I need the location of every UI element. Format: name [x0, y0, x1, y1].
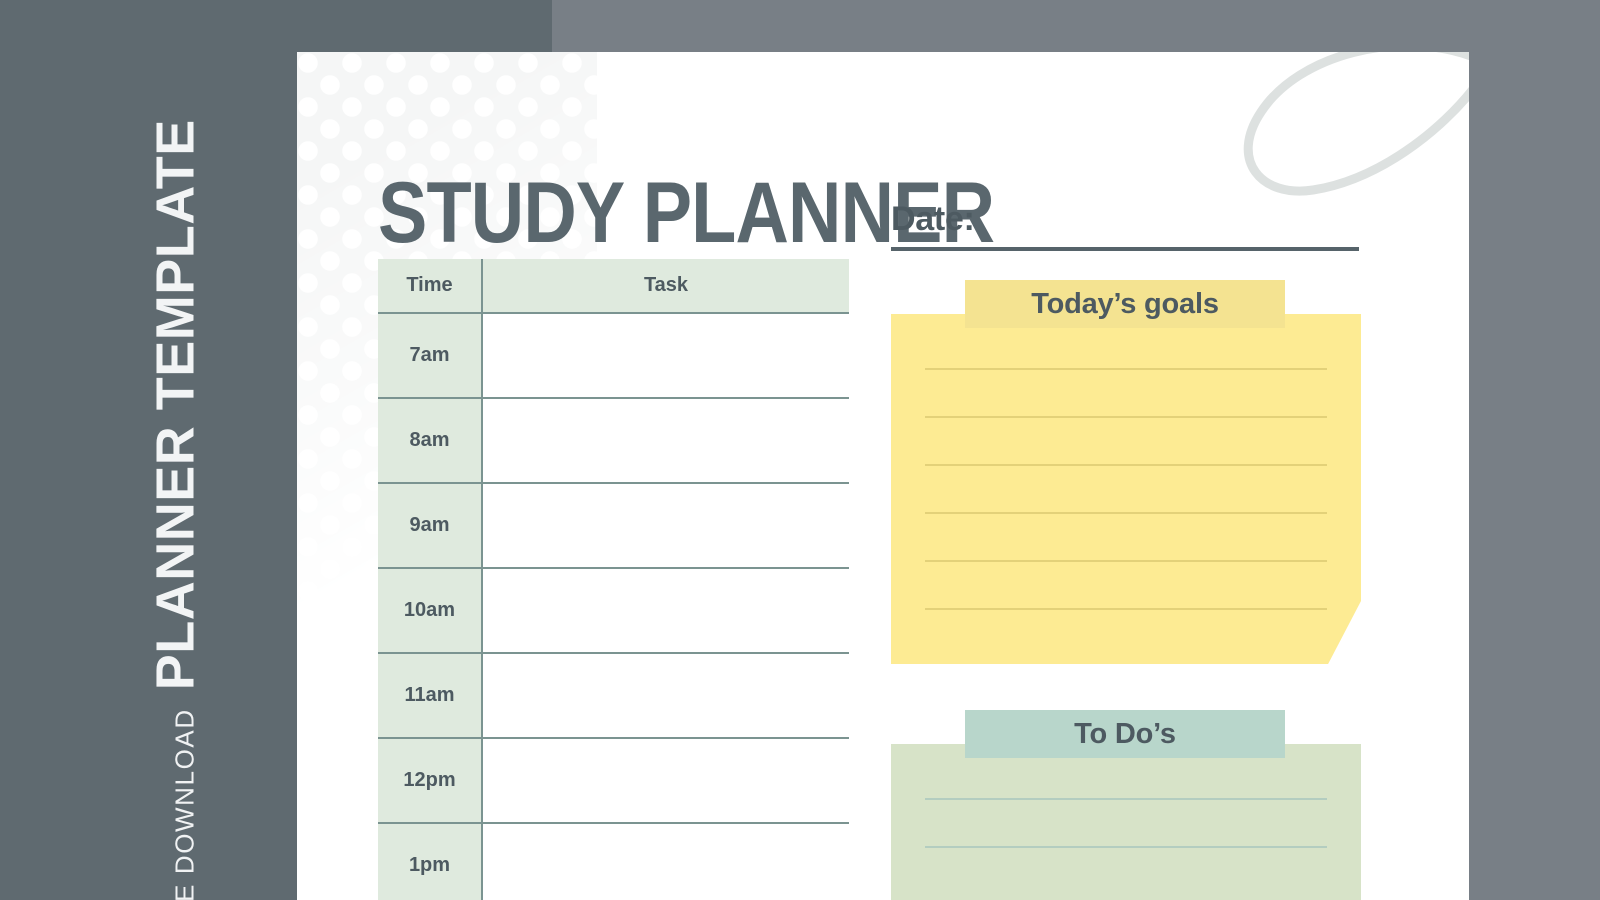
time-cell: 12pm [378, 739, 483, 824]
goals-write-line[interactable] [925, 416, 1327, 418]
date-label: Date: [891, 200, 975, 238]
todos-write-line[interactable] [925, 798, 1327, 800]
date-field[interactable]: Date: [891, 200, 1361, 251]
goals-write-line[interactable] [925, 608, 1327, 610]
time-cell: 7am [378, 314, 483, 399]
table-row: 7am [378, 314, 849, 399]
time-cell: 11am [378, 654, 483, 739]
table-row: 11am [378, 654, 849, 739]
table-row: 8am [378, 399, 849, 484]
task-cell[interactable] [483, 484, 849, 569]
table-row: 9am [378, 484, 849, 569]
goals-write-line[interactable] [925, 560, 1327, 562]
goals-write-line[interactable] [925, 512, 1327, 514]
task-cell[interactable] [483, 654, 849, 739]
table-row: 12pm [378, 739, 849, 824]
task-cell[interactable] [483, 739, 849, 824]
table-header-row: Time Task [378, 259, 849, 314]
todays-goals-body[interactable] [891, 314, 1361, 664]
date-write-line[interactable] [891, 247, 1359, 251]
task-cell[interactable] [483, 569, 849, 654]
goals-write-line[interactable] [925, 368, 1327, 370]
time-cell: 1pm [378, 824, 483, 900]
decorative-swirl-icon [1243, 52, 1469, 196]
goals-write-line[interactable] [925, 464, 1327, 466]
task-cell[interactable] [483, 399, 849, 484]
task-cell[interactable] [483, 824, 849, 900]
planner-page: STUDY PLANNER Date: Time Task 7am 8am 9a… [297, 52, 1469, 900]
todos-body[interactable] [891, 744, 1361, 900]
schedule-table: Time Task 7am 8am 9am 10am 11am 12pm 1pm [378, 259, 849, 900]
time-cell: 8am [378, 399, 483, 484]
column-header-task: Task [483, 259, 849, 314]
time-cell: 10am [378, 569, 483, 654]
table-row: 1pm [378, 824, 849, 900]
todays-goals-banner: Today’s goals [965, 280, 1285, 328]
todos-write-line[interactable] [925, 846, 1327, 848]
screenshot-canvas: FREE DOWNLOAD PLANNER TEMPLATE STUDY PLA… [0, 0, 1600, 900]
table-row: 10am [378, 569, 849, 654]
time-cell: 9am [378, 484, 483, 569]
table-body: 7am 8am 9am 10am 11am 12pm 1pm [378, 314, 849, 900]
todos-banner: To Do’s [965, 710, 1285, 758]
task-cell[interactable] [483, 314, 849, 399]
column-header-time: Time [378, 259, 483, 314]
